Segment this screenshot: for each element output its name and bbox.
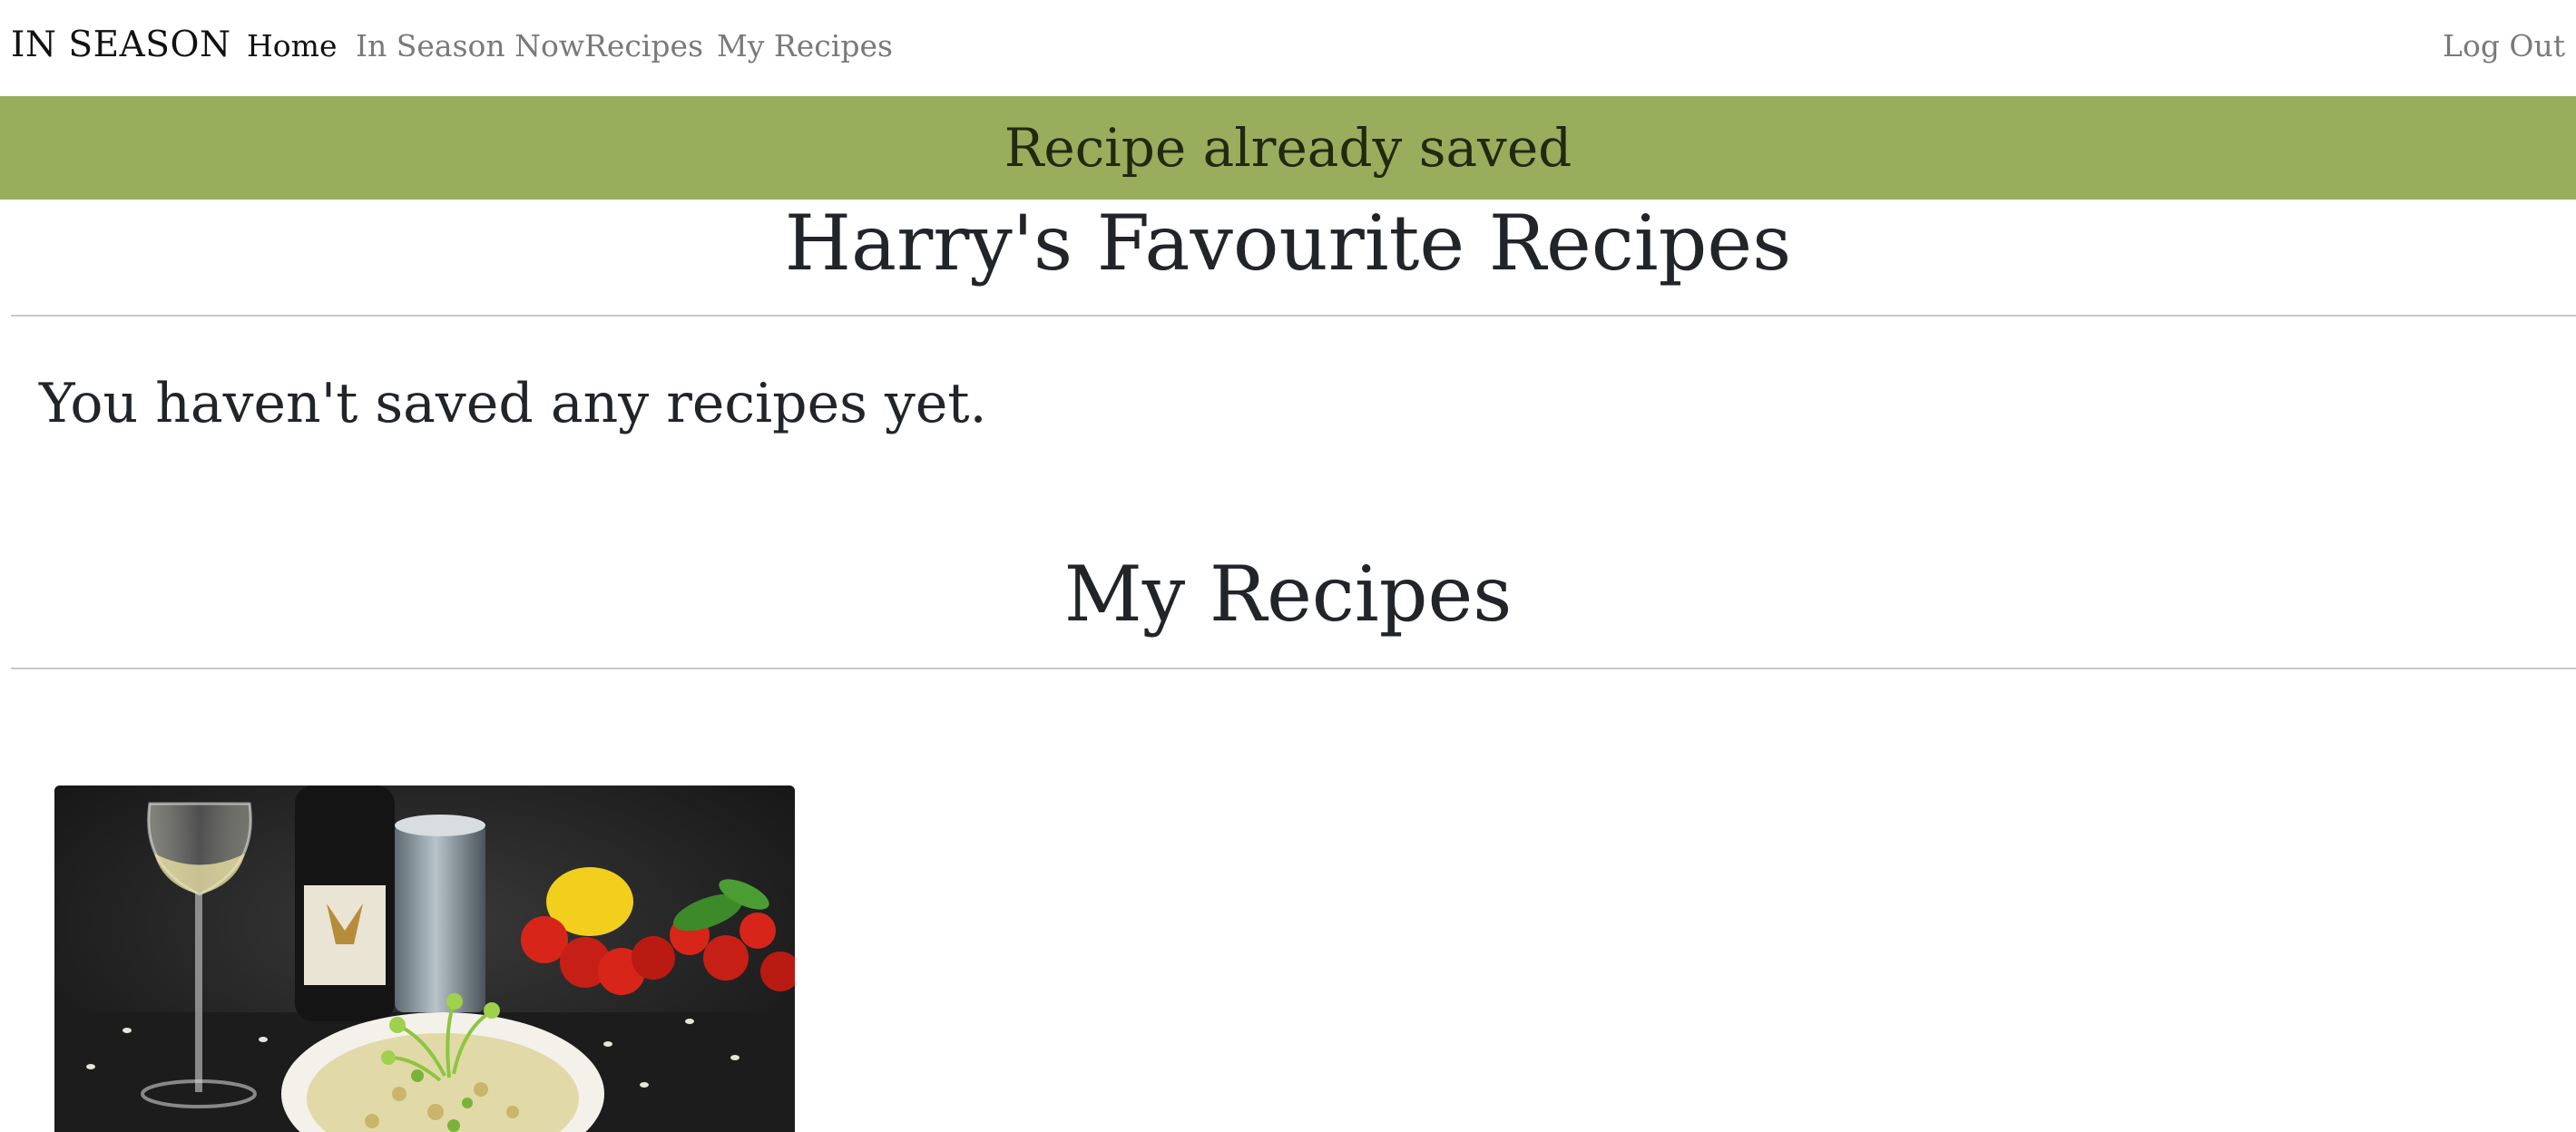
recipe-card[interactable] (54, 786, 795, 1132)
my-recipes-title: My Recipes (1063, 550, 1513, 639)
alert-message: Recipe already saved (1004, 117, 1572, 179)
favourites-title: Harry's Favourite Recipes (784, 199, 1792, 288)
nav-link-home[interactable]: Home (247, 24, 337, 69)
nav-link-my-recipes[interactable]: My Recipes (717, 24, 893, 69)
divider (11, 668, 2576, 669)
nav-link-in-season-now[interactable]: In Season Now (356, 24, 584, 69)
brand-logo[interactable]: IN SEASON (11, 20, 231, 71)
recipe-card-image[interactable] (54, 786, 795, 1132)
nav-link-recipes[interactable]: Recipes (584, 24, 703, 69)
alert-banner: Recipe already saved (0, 96, 2576, 200)
empty-favourites-message: You haven't saved any recipes yet. (39, 372, 987, 435)
logout-link[interactable]: Log Out (2443, 24, 2565, 69)
top-navbar: IN SEASON Home In Season Now Recipes My … (0, 0, 2576, 96)
divider (11, 315, 2576, 317)
